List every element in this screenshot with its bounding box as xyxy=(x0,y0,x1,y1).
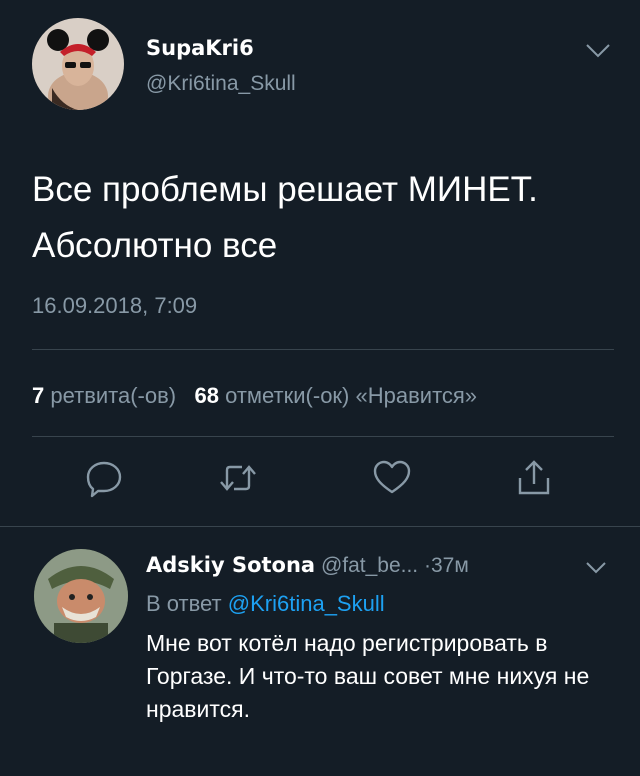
likes-count: 68 xyxy=(194,383,219,408)
share-icon[interactable] xyxy=(514,458,554,498)
reply-header: Adskiy Sotona @fat_be... ·37м xyxy=(146,553,469,578)
reply-mention-link[interactable]: @Kri6tina_Skull xyxy=(228,591,385,616)
tweet-timestamp: 16.09.2018, 7:09 xyxy=(32,293,198,318)
retweets-count: 7 xyxy=(32,383,45,408)
retweet-icon[interactable] xyxy=(218,458,258,498)
main-tweet: SupaKri6 @Kri6tina_Skull Все проблемы ре… xyxy=(0,0,640,527)
reply-display-name[interactable]: Adskiy Sotona xyxy=(146,553,315,577)
reply-to-prefix: В ответ xyxy=(146,591,222,616)
reply-to-line: В ответ @Kri6tina_Skull xyxy=(146,591,385,617)
display-name[interactable]: SupaKri6 xyxy=(146,36,254,60)
avatar[interactable] xyxy=(34,549,128,643)
reply-icon[interactable] xyxy=(84,458,124,498)
user-handle[interactable]: @Kri6tina_Skull xyxy=(146,72,296,96)
reply-separator: · xyxy=(424,554,431,577)
avatar[interactable] xyxy=(32,18,124,110)
retweets-label: ретвита(-ов) xyxy=(50,383,177,408)
chevron-down-icon[interactable] xyxy=(585,560,607,576)
heart-icon[interactable] xyxy=(372,458,412,498)
engagement-stats[interactable]: 7 ретвита(-ов) 68 отметки(-ок) «Нравится… xyxy=(32,383,640,409)
chevron-down-icon[interactable] xyxy=(585,42,611,60)
tweet-text: Все проблемы решает МИНЕТ. Абсолютно все xyxy=(32,170,538,265)
reply-tweet[interactable]: Adskiy Sotona @fat_be... ·37м В ответ @K… xyxy=(0,527,640,776)
reply-time[interactable]: 37м xyxy=(431,554,469,577)
divider xyxy=(32,349,614,350)
reply-text: Мне вот котёл надо регистрировать в Горг… xyxy=(146,630,590,722)
divider xyxy=(32,436,614,437)
reply-handle[interactable]: @fat_be... xyxy=(321,554,418,577)
likes-label: отметки(-ок) «Нравится» xyxy=(225,383,478,408)
